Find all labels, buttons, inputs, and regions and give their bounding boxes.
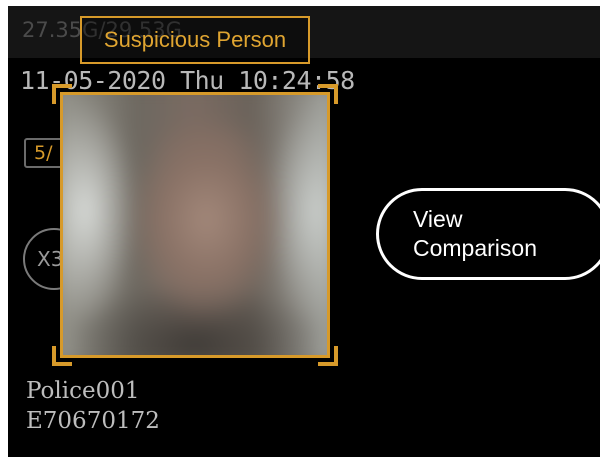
- device-id: E70670172: [26, 408, 160, 434]
- corner-bracket-icon: [318, 84, 338, 104]
- camera-screen: 27.35G/29.53G 11-05-2020 Thu 10:24:58 5/…: [8, 6, 600, 457]
- officer-info: Police001 E70670172: [26, 376, 160, 436]
- corner-bracket-icon: [52, 346, 72, 366]
- suspicious-person-tag: Suspicious Person: [80, 16, 310, 64]
- frame-border: [60, 92, 330, 358]
- corner-bracket-icon: [52, 84, 72, 104]
- view-comparison-label-line2: Comparison: [413, 235, 537, 261]
- officer-name: Police001: [26, 378, 140, 404]
- view-comparison-button[interactable]: View Comparison: [376, 188, 600, 280]
- view-comparison-label-line1: View: [413, 206, 463, 232]
- corner-bracket-icon: [318, 346, 338, 366]
- face-detection-frame[interactable]: [52, 84, 338, 366]
